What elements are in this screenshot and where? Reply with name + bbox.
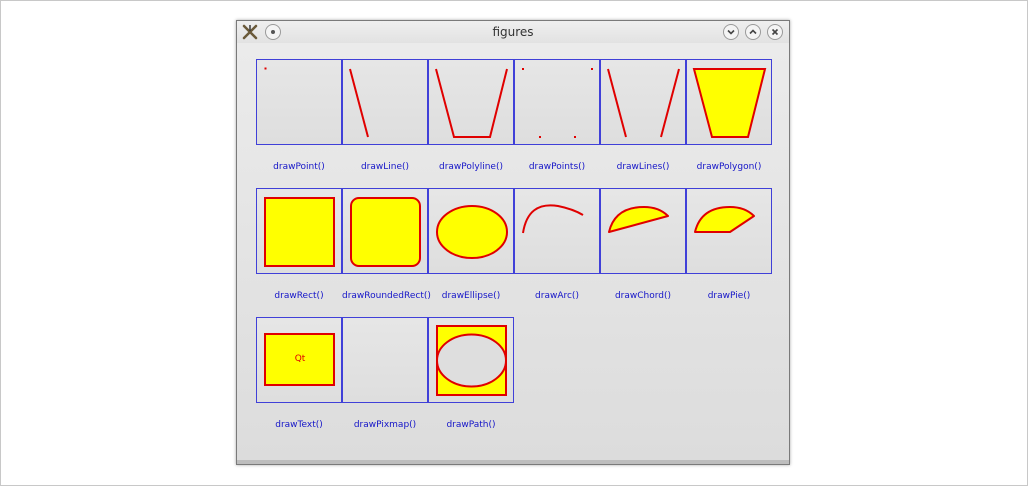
point-figure [264, 67, 267, 70]
window-bottom-edge [237, 460, 789, 464]
figure-label-chord: drawChord() [614, 291, 672, 301]
figure-label-ellipse: drawEllipse() [441, 291, 501, 301]
figures-window[interactable]: figures drawPoint() drawLine() drawPolyl… [236, 20, 790, 465]
figure-cell-pixmap [342, 317, 428, 403]
window-title: figures [492, 25, 534, 39]
arc-figure [522, 204, 584, 234]
pixmap-figure [343, 318, 429, 404]
points-mark [591, 68, 593, 70]
title-bar[interactable]: figures [237, 21, 789, 43]
line-figure [349, 68, 369, 138]
figure-label-polyline: drawPolyline() [439, 162, 503, 172]
figure-cell-line [342, 59, 428, 145]
polyline-mark [435, 68, 508, 138]
figure-cell-rounded-rect [342, 188, 428, 274]
figure-label-pixmap: drawPixmap() [353, 420, 417, 430]
figure-label-rect: drawRect() [274, 291, 324, 301]
points-mark [574, 136, 576, 138]
figure-label-path: drawPath() [446, 420, 496, 430]
lines-mark [660, 68, 680, 138]
figure-label-arc: drawArc() [535, 291, 579, 301]
figure-label-points: drawPoints() [528, 162, 586, 172]
ellipse-mark [436, 205, 508, 259]
minimize-icon[interactable] [723, 24, 739, 40]
figure-label-polygon: drawPolygon() [696, 162, 762, 172]
figure-cell-ellipse [428, 188, 514, 274]
figure-cell-path [428, 317, 514, 403]
figure-cell-text: Qt [256, 317, 342, 403]
polyline-figure [435, 68, 508, 138]
rounded-rect-figure [350, 197, 421, 267]
lines-figure [607, 68, 680, 138]
chord-mark [608, 206, 669, 233]
figure-label-text: drawText() [275, 420, 323, 430]
figure-cell-chord [600, 188, 686, 274]
rect-figure [264, 197, 335, 267]
figure-cell-arc [514, 188, 600, 274]
figure-label-lines: drawLines() [616, 162, 670, 172]
figure-cell-points [514, 59, 600, 145]
rect-mark [264, 197, 335, 267]
figure-label-point: drawPoint() [273, 162, 325, 172]
figure-label-pie: drawPie() [707, 291, 751, 301]
figure-label-line: drawLine() [360, 162, 410, 172]
polygon-figure [692, 68, 767, 138]
figure-cell-pie [686, 188, 772, 274]
lines-mark [607, 68, 627, 138]
path-figure [436, 325, 507, 396]
pie-figure [694, 206, 755, 233]
point-mark [264, 67, 267, 70]
pie-mark [694, 206, 755, 233]
chord-figure [608, 206, 669, 233]
polygon-mark [692, 68, 767, 138]
line-mark [349, 68, 369, 138]
points-mark [522, 68, 524, 70]
figure-cell-point [256, 59, 342, 145]
figure-cell-lines [600, 59, 686, 145]
rounded-rect-mark [350, 197, 421, 267]
text-figure-caption: Qt [294, 354, 306, 364]
figure-cell-rect [256, 188, 342, 274]
points-mark [539, 136, 541, 138]
path-ellipse-mark [436, 333, 507, 388]
close-icon[interactable] [767, 24, 783, 40]
maximize-icon[interactable] [745, 24, 761, 40]
figure-cell-polygon [686, 59, 772, 145]
points-figure [522, 68, 593, 138]
ellipse-figure [436, 205, 508, 259]
arc-mark [522, 204, 584, 234]
figure-cell-polyline [428, 59, 514, 145]
figure-label-rounded-rect: drawRoundedRect() [342, 291, 431, 301]
